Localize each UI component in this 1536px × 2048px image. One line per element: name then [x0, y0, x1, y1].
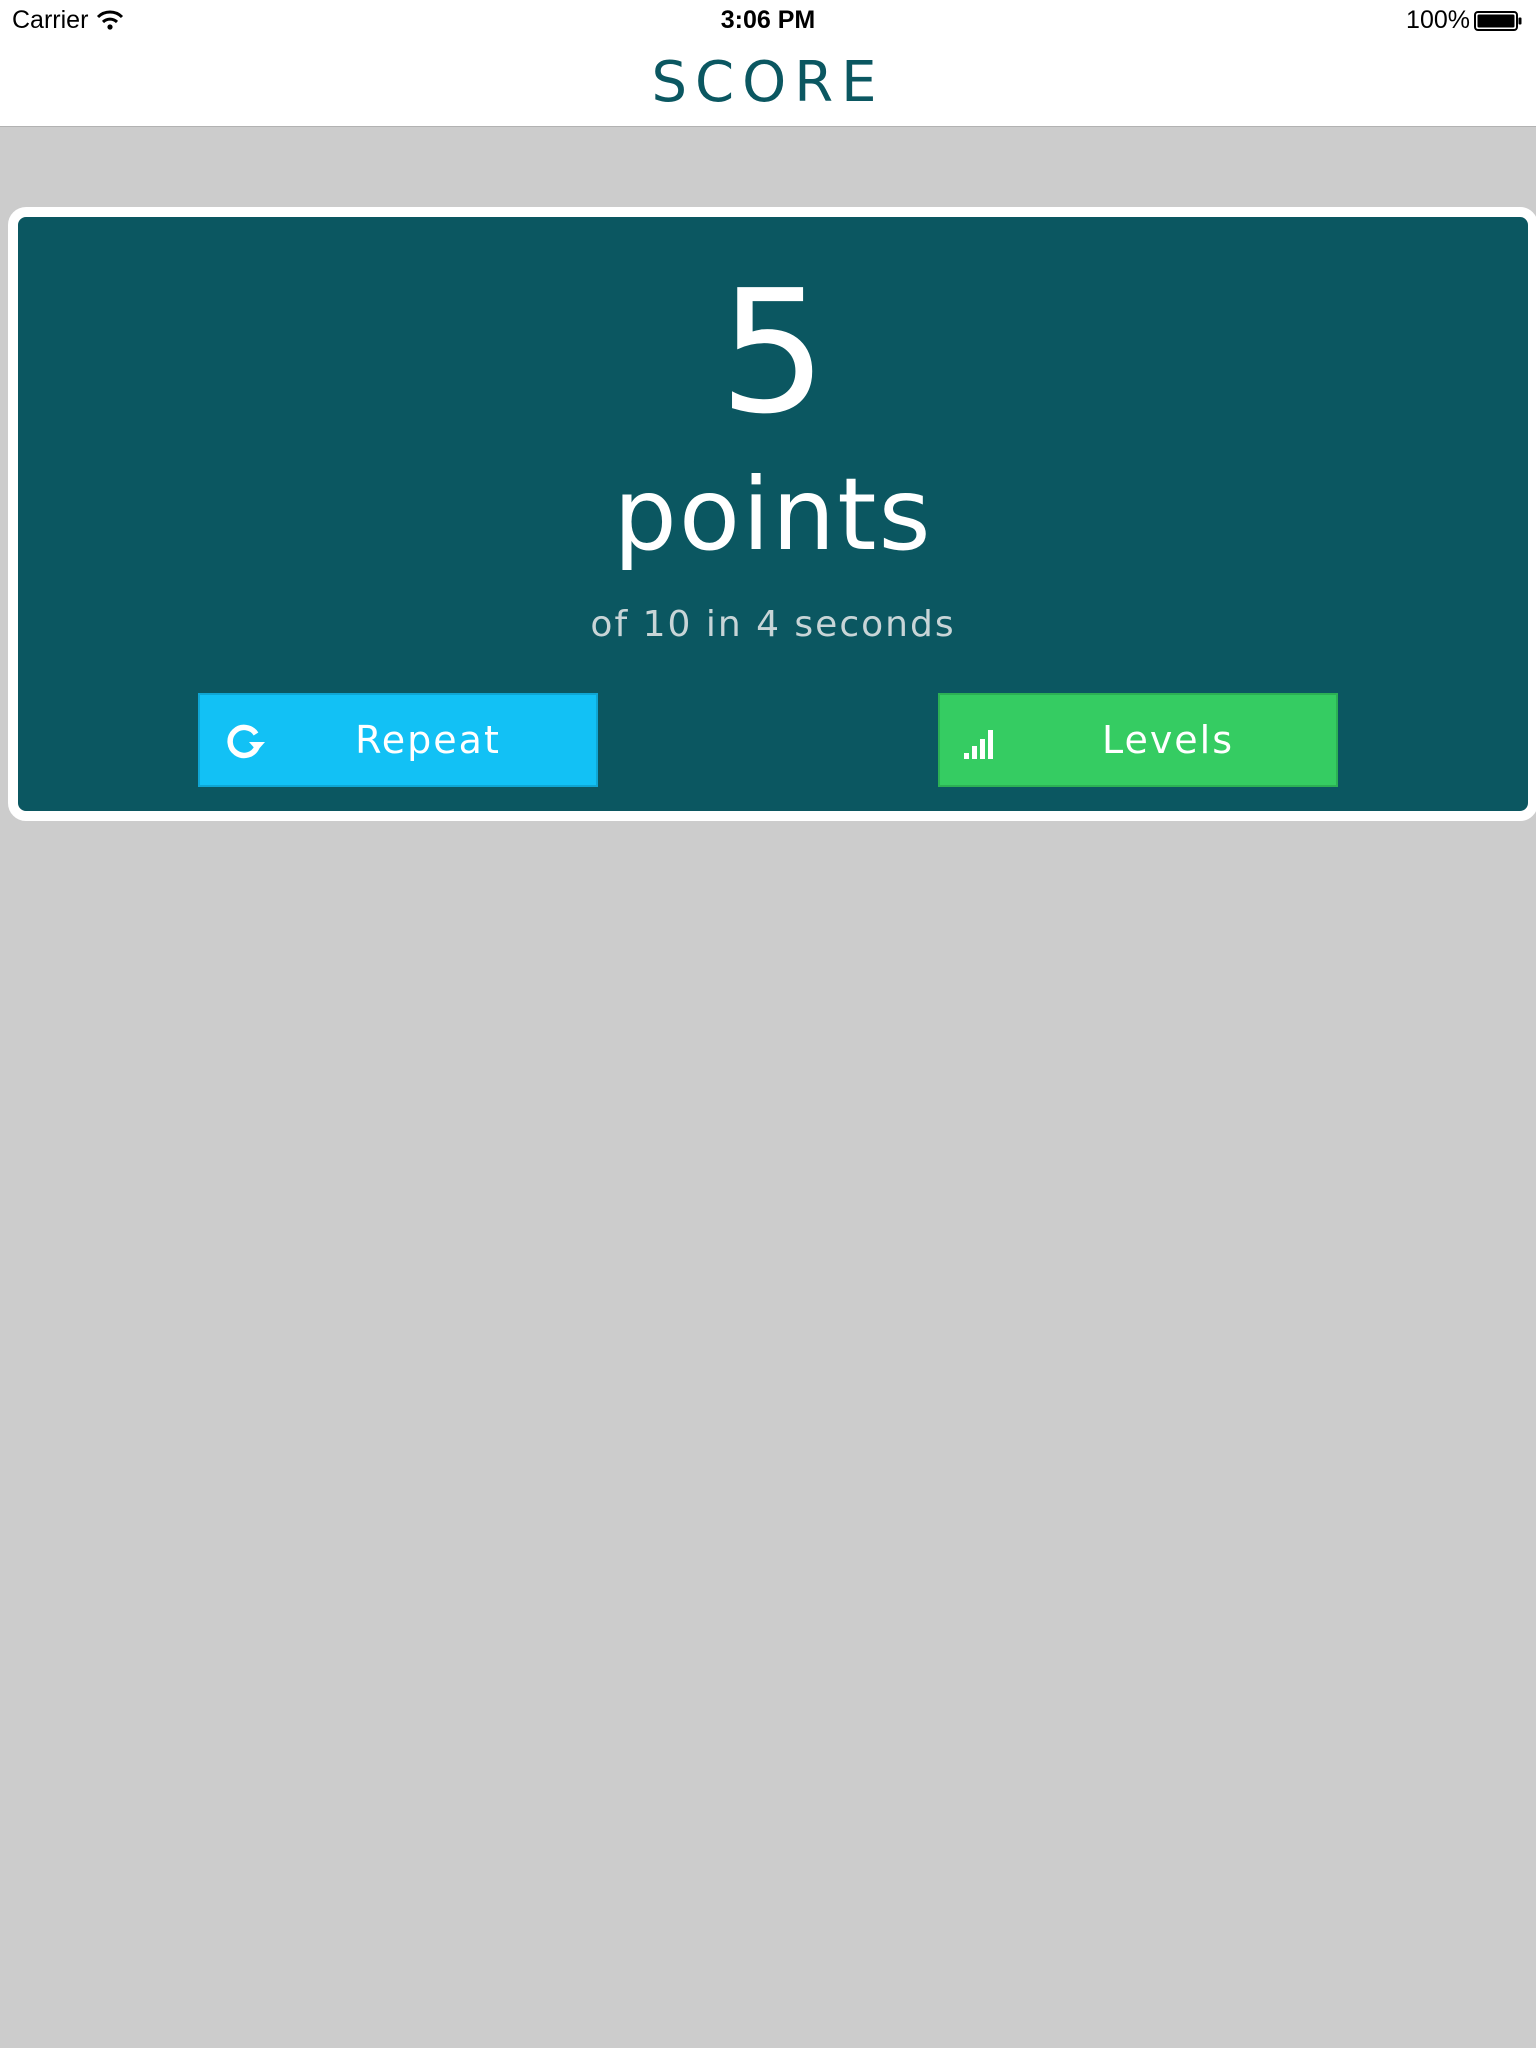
score-value: 5: [718, 254, 828, 452]
status-bar: Carrier 3:06 PM 100%: [0, 0, 1536, 40]
score-card: 5 points of 10 in 4 seconds Repeat Level…: [8, 207, 1536, 821]
repeat-button[interactable]: Repeat: [198, 693, 598, 787]
levels-button[interactable]: Levels: [938, 693, 1338, 787]
levels-button-label: Levels: [1101, 718, 1235, 762]
score-unit-label: points: [613, 456, 933, 573]
battery-icon: [1474, 11, 1522, 31]
battery-percent: 100%: [1406, 6, 1470, 34]
status-time: 3:06 PM: [720, 6, 816, 34]
page-title: SCORE: [651, 50, 885, 115]
navigation-bar: SCORE: [0, 40, 1536, 127]
repeat-button-label: Repeat: [355, 718, 501, 762]
score-detail-text: of 10 in 4 seconds: [590, 604, 956, 645]
